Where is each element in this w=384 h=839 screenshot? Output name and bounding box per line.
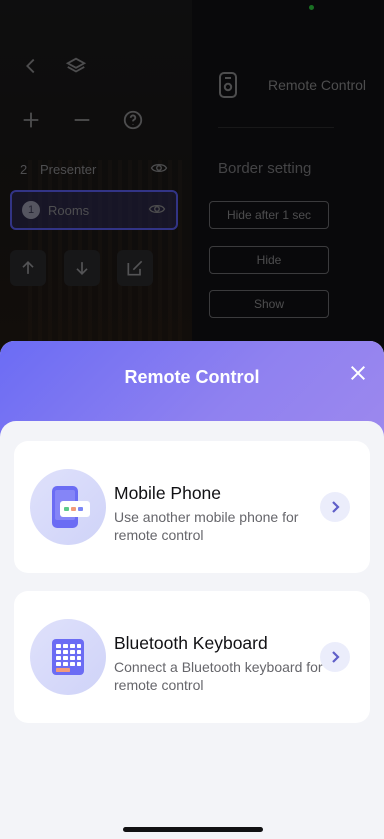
home-indicator[interactable] xyxy=(123,827,263,832)
background-app: 2 Presenter 1 Rooms Remote Control Borde… xyxy=(0,0,384,360)
sheet-title: Remote Control xyxy=(124,367,260,387)
chevron-right-icon[interactable] xyxy=(320,642,350,672)
option-description: Connect a Bluetooth keyboard for remote … xyxy=(114,659,323,693)
chevron-right-icon[interactable] xyxy=(320,492,350,522)
modal-scrim[interactable] xyxy=(0,0,384,360)
close-button[interactable] xyxy=(344,359,372,387)
mobile-phone-icon xyxy=(30,469,106,545)
close-icon xyxy=(350,365,366,381)
option-title: Mobile Phone xyxy=(114,483,222,503)
mobile-phone-option[interactable]: Mobile Phone Use another mobile phone fo… xyxy=(14,441,370,573)
sheet-body: Mobile Phone Use another mobile phone fo… xyxy=(0,421,384,839)
keyboard-icon xyxy=(30,619,106,695)
remote-control-sheet: Remote Control Mobile Phone Use another … xyxy=(0,341,384,839)
bluetooth-keyboard-option[interactable]: Bluetooth Keyboard Connect a Bluetooth k… xyxy=(14,591,370,723)
option-title: Bluetooth Keyboard xyxy=(114,633,268,653)
option-description: Use another mobile phone for remote cont… xyxy=(114,509,299,543)
